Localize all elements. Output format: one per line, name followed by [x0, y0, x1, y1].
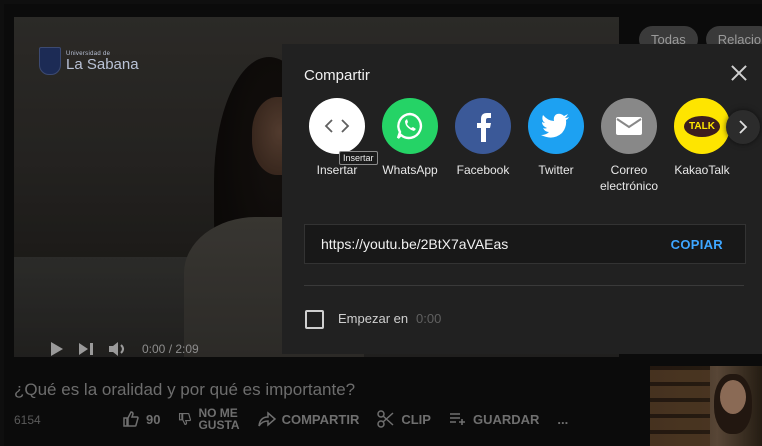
kakaotalk-icon[interactable]: TALK — [674, 98, 730, 154]
more-actions-button[interactable]: ... — [557, 412, 568, 427]
share-twitter[interactable]: Twitter — [519, 98, 593, 178]
dislike-button[interactable]: NO ME GUSTA — [178, 407, 240, 431]
youtube-page: Universidad de La Sabana 0:00 / 2:09 Tod… — [4, 4, 762, 446]
start-at-checkbox[interactable] — [305, 310, 324, 329]
clip-button[interactable]: CLIP — [377, 410, 431, 428]
like-button[interactable]: 90 — [122, 410, 160, 428]
volume-icon[interactable] — [108, 341, 128, 357]
share-url[interactable]: https://youtu.be/2BtX7aVAEas — [321, 236, 508, 252]
insert-tooltip: Insertar — [339, 151, 378, 165]
copy-button[interactable]: COPIAR — [671, 237, 723, 252]
embed-icon[interactable] — [309, 98, 365, 154]
dialog-title: Compartir — [304, 67, 370, 84]
share-facebook[interactable]: Facebook — [446, 98, 520, 178]
shield-icon — [39, 47, 61, 75]
video-actions: 90 NO ME GUSTA COMPARTIR CLIP GUARDAR ... — [122, 407, 568, 431]
share-whatsapp[interactable]: WhatsApp — [373, 98, 447, 178]
playlist-add-icon — [449, 413, 465, 425]
facebook-icon[interactable] — [455, 98, 511, 154]
channel-logo: Universidad de La Sabana — [39, 47, 139, 75]
share-button[interactable]: COMPARTIR — [257, 411, 359, 427]
close-icon[interactable] — [728, 62, 750, 84]
save-button[interactable]: GUARDAR — [449, 412, 539, 427]
video-title: ¿Qué es la oralidad y por qué es importa… — [14, 380, 356, 399]
play-icon[interactable] — [50, 341, 64, 357]
share-arrow-icon — [257, 411, 276, 427]
mail-icon[interactable] — [601, 98, 657, 154]
related-video-thumbnail[interactable] — [650, 366, 762, 446]
next-share-button[interactable] — [726, 110, 760, 144]
share-dialog: Compartir Insertar Insertar WhatsApp Fac… — [282, 44, 762, 354]
thumbs-down-icon — [179, 412, 192, 426]
time-display: 0:00 / 2:09 — [142, 342, 199, 356]
divider — [304, 285, 744, 286]
start-at-time[interactable]: 0:00 — [416, 311, 441, 326]
share-url-box: https://youtu.be/2BtX7aVAEas COPIAR — [304, 224, 746, 264]
player-controls: 0:00 / 2:09 — [24, 337, 320, 357]
start-at-label: Empezar en — [338, 311, 409, 326]
view-count: 6154 — [14, 413, 41, 427]
share-email[interactable]: Correo electrónico — [592, 98, 666, 194]
share-embed[interactable]: Insertar — [300, 98, 374, 178]
chevron-right-icon — [739, 120, 748, 134]
next-icon[interactable] — [78, 342, 94, 356]
share-kakaotalk[interactable]: TALK KakaoTalk — [665, 98, 739, 178]
whatsapp-icon[interactable] — [382, 98, 438, 154]
scissors-icon — [377, 410, 394, 428]
thumbs-up-icon — [123, 411, 139, 427]
twitter-icon[interactable] — [528, 98, 584, 154]
